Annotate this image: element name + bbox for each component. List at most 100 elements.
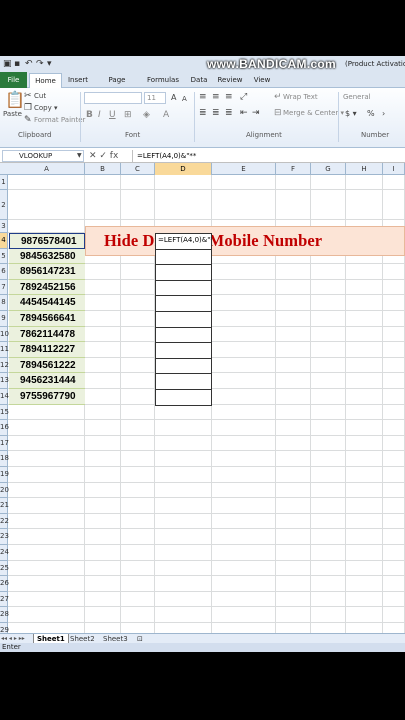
wrap-text-button[interactable]: Wrap Text (283, 93, 318, 101)
row-header[interactable]: 22 (0, 513, 9, 530)
formula-bar-buttons[interactable]: ✕ ✓ fx (89, 149, 118, 163)
row-header[interactable]: 12 (0, 357, 9, 374)
shrink-font-icon[interactable]: A (182, 94, 187, 104)
align-middle-icon[interactable]: ≡ (212, 92, 220, 102)
row-header[interactable]: 3 (0, 220, 8, 233)
align-right-icon[interactable]: ≣ (225, 108, 233, 118)
phone-number-cell[interactable]: 9755967790 (9, 389, 85, 405)
row-header[interactable]: 27 (0, 591, 9, 608)
row-header[interactable]: 13 (0, 373, 9, 389)
font-size-box[interactable]: 11 (144, 92, 166, 104)
phone-number-cell[interactable]: 4454544145 (9, 295, 85, 311)
column-header-a[interactable]: A (9, 163, 85, 175)
column-header-f[interactable]: F (276, 163, 311, 175)
result-cell[interactable] (155, 342, 212, 359)
italic-button[interactable]: I (98, 110, 101, 120)
tab-data[interactable]: Data (189, 73, 209, 88)
name-box[interactable]: VLOOKUP (2, 150, 84, 162)
number-format-dropdown[interactable]: General (343, 93, 371, 101)
row-header[interactable]: 17 (0, 435, 9, 452)
row-header[interactable]: 14 (0, 389, 9, 405)
format-painter-button[interactable]: Format Painter (34, 116, 85, 124)
tab-view[interactable]: View (251, 73, 273, 88)
row-header[interactable]: 15 (0, 404, 9, 421)
currency-button[interactable]: $ ▾ (345, 109, 357, 118)
underline-button[interactable]: U (109, 110, 116, 120)
formula-input[interactable]: =LEFT(A4,0)&"** (132, 150, 402, 162)
align-center-icon[interactable]: ≣ (212, 108, 220, 118)
bold-button[interactable]: B (86, 110, 93, 120)
redo-icon[interactable]: ↷ (36, 58, 44, 70)
cut-button[interactable]: Cut (34, 92, 46, 100)
row-header[interactable]: 21 (0, 498, 9, 514)
align-left-icon[interactable]: ≣ (199, 108, 207, 118)
active-cell-d4[interactable]: =LEFT(A4,0)&"**" (155, 233, 212, 250)
row-header[interactable]: 8 (0, 295, 8, 311)
result-cell[interactable] (155, 373, 212, 390)
row-header[interactable]: 23 (0, 529, 9, 545)
orientation-icon[interactable]: ⤢ (240, 92, 247, 102)
row-header[interactable]: 20 (0, 482, 9, 499)
column-header-g[interactable]: G (311, 163, 346, 175)
phone-number-cell[interactable]: 8956147231 (9, 264, 85, 280)
worksheet-grid[interactable]: ABCDEFGHI 1 2 3 4 5 6 7 8 9 10 11 12 13 14 15 16 17 18 19 2… (0, 163, 405, 633)
phone-number-cell[interactable]: 7892452156 (9, 279, 85, 296)
paste-label[interactable]: Paste (3, 110, 22, 118)
result-cell[interactable] (155, 295, 212, 312)
align-bottom-icon[interactable]: ≡ (225, 92, 233, 102)
customize-qat-icon[interactable]: ▾ (47, 58, 52, 70)
fill-color-icon[interactable]: ◈ (143, 110, 150, 120)
row-header[interactable]: 7 (0, 279, 8, 296)
tab-review[interactable]: Review (216, 73, 244, 88)
copy-button[interactable]: Copy ▾ (34, 104, 58, 112)
row-header[interactable]: 26 (0, 576, 9, 592)
result-cell[interactable] (155, 326, 212, 344)
tab-home[interactable]: Home (29, 73, 62, 89)
increase-indent-icon[interactable]: ⇥ (252, 108, 260, 118)
row-header[interactable]: 4 (0, 233, 8, 249)
tab-formulas[interactable]: Formulas (146, 73, 180, 88)
result-cell[interactable] (155, 264, 212, 281)
result-cell[interactable] (155, 248, 212, 266)
column-header-b[interactable]: B (85, 163, 121, 175)
result-cell[interactable] (155, 279, 212, 297)
undo-icon[interactable]: ↶ (25, 58, 33, 70)
name-box-dropdown-icon[interactable]: ▼ (77, 152, 82, 159)
phone-number-cell[interactable]: 7894561222 (9, 357, 85, 374)
row-header[interactable]: 2 (0, 190, 8, 220)
align-top-icon[interactable]: ≡ (199, 92, 207, 102)
row-header[interactable]: 11 (0, 342, 9, 358)
decrease-indent-icon[interactable]: ⇤ (240, 108, 248, 118)
row-header[interactable]: 19 (0, 467, 9, 483)
borders-icon[interactable]: ⊞ (124, 110, 132, 120)
row-header[interactable]: 10 (0, 326, 9, 343)
column-header-d[interactable]: D (155, 163, 212, 175)
comma-button[interactable]: › (382, 109, 385, 118)
font-color-icon[interactable]: A (163, 110, 169, 120)
row-header[interactable]: 16 (0, 420, 9, 436)
phone-number-cell[interactable]: 7862114478 (9, 326, 85, 343)
tab-file[interactable]: File (0, 72, 27, 88)
percent-button[interactable]: % (367, 109, 375, 118)
phone-number-cell[interactable]: 9845632580 (9, 248, 85, 265)
row-header[interactable]: 6 (0, 264, 8, 280)
column-header-h[interactable]: H (346, 163, 383, 175)
merge-center-button[interactable]: Merge & Center ▾ (283, 109, 344, 117)
paste-icon[interactable]: 📋 (5, 91, 25, 109)
column-header-e[interactable]: E (212, 163, 276, 175)
column-header-c[interactable]: C (121, 163, 155, 175)
result-cell[interactable] (155, 389, 212, 406)
row-header[interactable]: 24 (0, 545, 9, 561)
row-header[interactable]: 1 (0, 175, 8, 190)
row-header[interactable]: 9 (0, 311, 8, 327)
row-header[interactable]: 29 (0, 623, 9, 633)
result-cell[interactable] (155, 357, 212, 375)
result-cell[interactable] (155, 311, 212, 328)
tab-page-layout[interactable]: Page Layout (96, 73, 138, 98)
save-icon[interactable]: ▪ (14, 58, 20, 70)
phone-number-cell[interactable]: 9456231444 (9, 373, 85, 389)
phone-number-cell[interactable]: 9876578401 (9, 233, 85, 249)
row-header[interactable]: 25 (0, 560, 9, 577)
phone-number-cell[interactable]: 7894112227 (9, 342, 85, 358)
phone-number-cell[interactable]: 7894566641 (9, 311, 85, 327)
